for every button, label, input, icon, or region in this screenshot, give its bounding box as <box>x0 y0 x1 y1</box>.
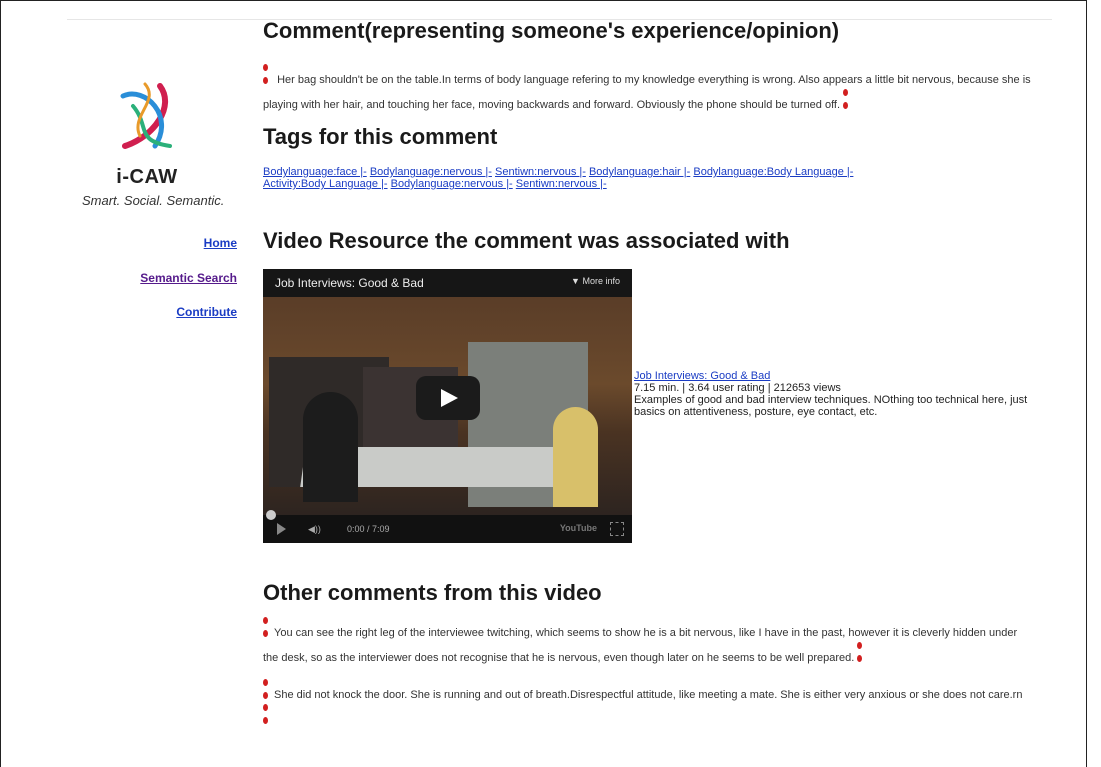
video-time: 0:00 / 7:09 <box>347 524 390 534</box>
open-quote-icon <box>263 615 274 637</box>
video-title-bar: Job Interviews: Good & Bad ▼ More info <box>263 269 632 297</box>
youtube-logo-icon[interactable]: YouTube <box>560 523 597 533</box>
video-controls: ◀)) 0:00 / 7:09 YouTube <box>263 510 632 543</box>
tag-link[interactable]: Bodylanguage:nervous |- <box>370 166 492 178</box>
list-item: You can see the right leg of the intervi… <box>263 615 1023 665</box>
control-play-icon[interactable] <box>277 523 286 535</box>
tag-link[interactable]: Bodylanguage:hair |- <box>589 166 690 178</box>
volume-icon[interactable]: ◀)) <box>308 524 321 535</box>
tags-heading: Tags for this comment <box>263 124 498 149</box>
nav-semantic-search-link[interactable]: Semantic Search <box>140 271 237 285</box>
other-comment-text: You can see the right leg of the intervi… <box>263 627 1018 664</box>
nav-contribute-link[interactable]: Contribute <box>176 305 237 319</box>
more-info-label: More info <box>582 276 620 286</box>
side-nav: Home Semantic Search Contribute <box>100 0 237 340</box>
other-comment-text: She did not knock the door. She is runni… <box>274 689 1023 701</box>
comment-text: Her bag shouldn't be on the table.In ter… <box>263 74 1031 111</box>
progress-scrubber[interactable] <box>266 510 276 520</box>
tag-link[interactable]: Bodylanguage:nervous |- <box>391 178 513 190</box>
more-info-button[interactable]: ▼ More info <box>571 276 620 286</box>
interviewee-figure <box>553 407 598 507</box>
video-player[interactable]: Job Interviews: Good & Bad ▼ More info ◀… <box>263 269 632 543</box>
video-player-title[interactable]: Job Interviews: Good & Bad <box>275 276 424 290</box>
interviewer-figure <box>303 392 358 502</box>
tag-list: Bodylanguage:face |- Bodylanguage:nervou… <box>263 166 1023 190</box>
video-heading: Video Resource the comment was associate… <box>263 228 790 253</box>
fullscreen-icon[interactable] <box>610 522 624 536</box>
video-stats: 7.15 min. | 3.64 user rating | 212653 vi… <box>634 382 841 394</box>
close-quote-icon <box>843 87 854 109</box>
video-info: Job Interviews: Good & Bad 7.15 min. | 3… <box>634 370 1034 418</box>
close-quote-icon <box>263 702 274 724</box>
nav-home-link[interactable]: Home <box>204 236 237 250</box>
comment-heading: Comment(representing someone's experienc… <box>263 18 840 43</box>
tag-link[interactable]: Bodylanguage:Body Language |- <box>693 166 853 178</box>
open-quote-icon <box>263 62 274 84</box>
play-button[interactable] <box>416 376 480 420</box>
list-item: She did not knock the door. She is runni… <box>263 677 1023 727</box>
other-comments-heading: Other comments from this video <box>263 580 602 605</box>
video-title-link[interactable]: Job Interviews: Good & Bad <box>634 370 770 382</box>
tag-link[interactable]: Sentiwn:nervous |- <box>516 178 607 190</box>
close-quote-icon <box>857 640 868 662</box>
open-quote-icon <box>263 677 274 699</box>
tag-link[interactable]: Sentiwn:nervous |- <box>495 166 586 178</box>
tag-link[interactable]: Activity:Body Language |- <box>263 178 388 190</box>
video-description: Examples of good and bad interview techn… <box>634 394 1028 418</box>
comment-text-block: Her bag shouldn't be on the table.In ter… <box>263 62 1053 112</box>
tag-link[interactable]: Bodylanguage:face |- <box>263 166 367 178</box>
